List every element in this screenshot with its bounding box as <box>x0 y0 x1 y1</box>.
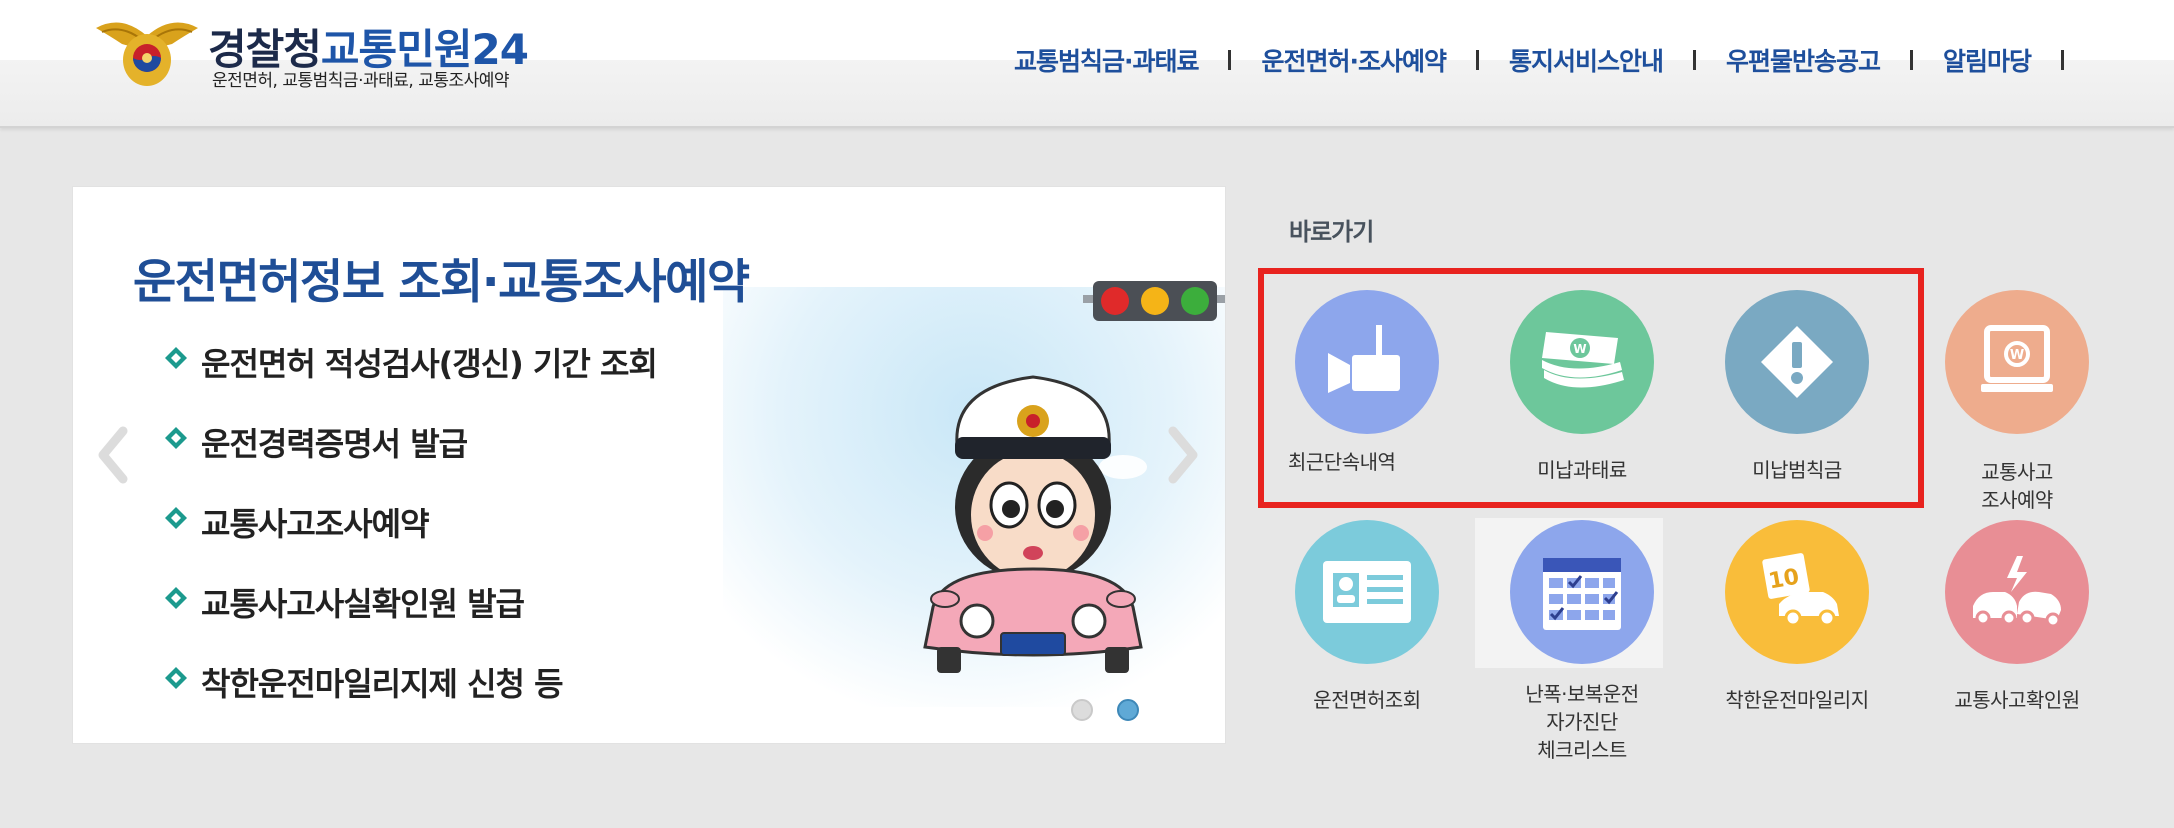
site-logo[interactable]: 경찰청교통민원24 운전면허, 교통범칙금·과태료, 교통조사예약 <box>92 14 552 94</box>
quick-link-label: 교통사고확인원 <box>1954 688 2080 712</box>
kiosk-icon: W <box>1945 290 2089 434</box>
banner-page-dot-2-active[interactable] <box>1117 699 1139 721</box>
nav-separator <box>1692 50 1696 70</box>
nav-notice-service[interactable]: 통지서비스안내 <box>1509 42 1664 78</box>
nav-fines[interactable]: 교통범칙금·과태료 <box>1014 42 1199 78</box>
traffic-light-icon <box>1083 281 1225 321</box>
banner-feature-list: 운전면허 적성검사(갱신) 기간 조회 운전경력증명서 발급 교통사고조사예약 … <box>165 339 658 739</box>
diamond-bullet-icon <box>165 507 187 529</box>
quick-link-unpaid-penalty[interactable]: 미납범칙금 <box>1712 290 1882 484</box>
svg-text:W: W <box>1573 342 1586 356</box>
quick-link-accident-certificate[interactable]: 교통사고확인원 <box>1932 520 2102 714</box>
diamond-bullet-icon <box>165 347 187 369</box>
banner-list-item: 운전면허 적성검사(갱신) 기간 조회 <box>165 339 658 419</box>
diamond-bullet-icon <box>165 587 187 609</box>
svg-text:W: W <box>2010 348 2024 363</box>
quick-link-recent-enforcement[interactable]: 최근단속내역 <box>1282 290 1452 476</box>
nav-separator <box>1228 50 1232 70</box>
quick-link-unpaid-fine[interactable]: W 미납과태료 <box>1497 290 1667 484</box>
nav-separator <box>1475 50 1479 70</box>
quick-link-label: 운전면허조회 <box>1313 688 1421 712</box>
banner-list-text: 착한운전마일리지제 신청 등 <box>201 665 564 703</box>
quick-link-label: 미납과태료 <box>1537 458 1627 482</box>
quick-link-reckless-checklist[interactable]: 난폭·보복운전 자가진단 체크리스트 <box>1475 518 1667 764</box>
quick-link-label: 미납범칙금 <box>1752 458 1842 482</box>
logo-subtitle: 운전면허, 교통범칙금·과태료, 교통조사예약 <box>212 71 510 91</box>
diamond-bullet-icon <box>165 427 187 449</box>
banner-list-item: 착한운전마일리지제 신청 등 <box>165 659 657 739</box>
police-emblem-icon <box>96 22 198 86</box>
nav-license[interactable]: 운전면허·조사예약 <box>1261 42 1446 78</box>
nav-returned-mail[interactable]: 우편물반송공고 <box>1726 42 1881 78</box>
nav-separator <box>2061 50 2064 70</box>
banner-pagination <box>1071 699 1163 721</box>
calendar-icon <box>1510 520 1654 664</box>
banner-title: 운전면허정보 조회·교통조사예약 <box>133 255 750 310</box>
banner-list-text: 운전면허 적성검사(갱신) 기간 조회 <box>201 345 658 383</box>
quick-link-safe-driving-mileage[interactable]: 10 착한운전마일리지 <box>1712 520 1882 714</box>
banner-list-item: 교통사고조사예약 <box>165 499 657 579</box>
quick-link-label: 착한운전마일리지 <box>1725 688 1869 712</box>
banner-page-dot-1[interactable] <box>1071 699 1093 721</box>
quick-links-title: 바로가기 <box>1289 218 1374 246</box>
nav-separator <box>1909 50 1913 70</box>
banner-prev-arrow-icon[interactable] <box>93 425 133 485</box>
banner-list-text: 교통사고조사예약 <box>201 505 430 543</box>
main-banner[interactable]: 운전면허정보 조회·교통조사예약 운전면허 적성검사(갱신) 기간 조회 운전경… <box>72 186 1226 744</box>
quick-link-license-lookup[interactable]: 운전면허조회 <box>1282 520 1452 714</box>
banner-list-text: 교통사고사실확인원 발급 <box>201 585 525 623</box>
site-header: 경찰청교통민원24 운전면허, 교통범칙금·과태료, 교통조사예약 교통범칙금·… <box>0 0 2174 128</box>
banner-list-item: 운전경력증명서 발급 <box>165 419 657 499</box>
diamond-bullet-icon <box>165 667 187 689</box>
camera-icon <box>1295 290 1439 434</box>
banner-list-item: 교통사고사실확인원 발급 <box>165 579 657 659</box>
accident-icon <box>1945 520 2089 664</box>
quick-link-label: 난폭·보복운전 자가진단 체크리스트 <box>1525 682 1639 762</box>
mileage-icon: 10 <box>1725 520 1869 664</box>
quick-link-label: 교통사고 조사예약 <box>1981 460 2053 512</box>
money-icon: W <box>1510 290 1654 434</box>
license-icon <box>1295 520 1439 664</box>
police-mascot-car-illustration <box>923 375 1147 673</box>
nav-board[interactable]: 알림마당 <box>1943 42 2032 78</box>
banner-list-text: 운전경력증명서 발급 <box>201 425 468 463</box>
banner-next-arrow-icon[interactable] <box>1163 425 1203 485</box>
global-nav: 교통범칙금·과태료 운전면허·조사예약 통지서비스안내 우편물반송공고 알림마당 <box>1014 42 2094 78</box>
warning-icon <box>1725 290 1869 434</box>
quick-link-accident-appointment[interactable]: W 교통사고 조사예약 <box>1932 290 2102 514</box>
svg-text:10: 10 <box>1767 565 1802 595</box>
quick-link-label: 최근단속내역 <box>1288 450 1396 474</box>
